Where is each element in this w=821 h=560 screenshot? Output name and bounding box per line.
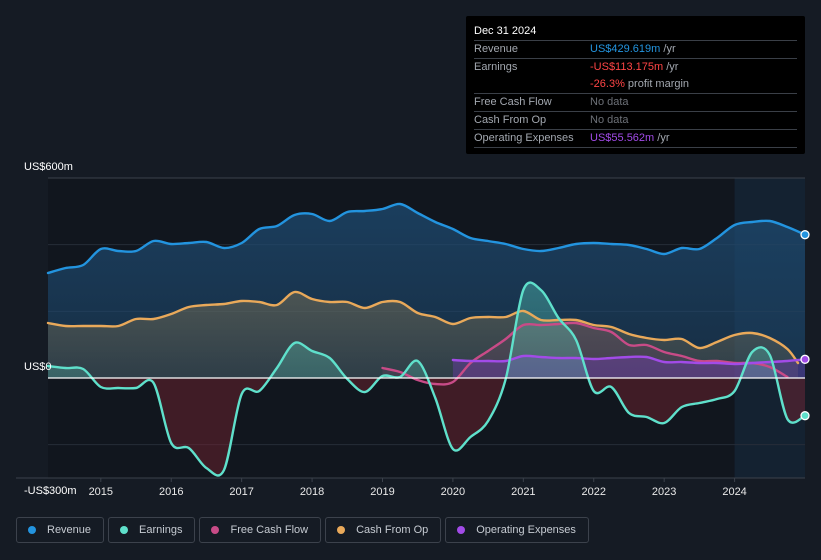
- legend-label: Free Cash Flow: [230, 524, 309, 536]
- tooltip-row-profit-margin: -26.3% profit margin: [474, 76, 797, 94]
- operating-expenses-end-marker[interactable]: [800, 354, 810, 364]
- free-cash-flow-dot-icon: [211, 526, 220, 534]
- tooltip-row-revenue: Revenue US$429.619m /yr: [474, 41, 797, 59]
- legend-item-revenue[interactable]: Revenue: [16, 517, 105, 543]
- tooltip-label: Earnings: [474, 61, 518, 73]
- tooltip-suffix: /yr: [663, 61, 679, 73]
- y-axis-label: US$0: [24, 361, 52, 373]
- y-axis-label: -US$300m: [24, 485, 77, 497]
- x-tick-label: 2015: [89, 486, 113, 498]
- operating-expenses-dot-icon: [457, 526, 466, 534]
- legend-label: Revenue: [47, 524, 92, 536]
- x-tick-label: 2019: [370, 486, 394, 498]
- tooltip-label: Operating Expenses: [474, 132, 574, 144]
- tooltip-label: Cash From Op: [474, 114, 547, 126]
- tooltip-row-cash-from-op: Cash From Op No data: [474, 112, 797, 130]
- cash-from-op-dot-icon: [337, 526, 346, 534]
- tooltip-suffix: /yr: [660, 43, 676, 55]
- x-tick-label: 2021: [511, 486, 535, 498]
- tooltip-row-operating-expenses: Operating Expenses US$55.562m /yr: [474, 130, 797, 148]
- revenue-dot-icon: [28, 526, 36, 534]
- tooltip-label: [474, 76, 590, 93]
- x-tick-label: 2017: [229, 486, 253, 498]
- tooltip-value: -26.3%: [590, 78, 625, 90]
- tooltip-row-free-cash-flow: Free Cash Flow No data: [474, 94, 797, 112]
- legend-item-free-cash-flow[interactable]: Free Cash Flow: [199, 517, 322, 543]
- legend-item-cash-from-op[interactable]: Cash From Op: [325, 517, 442, 543]
- tooltip-suffix: profit margin: [624, 78, 690, 90]
- legend-label: Cash From Op: [356, 524, 429, 536]
- x-tick-label: 2024: [722, 486, 746, 498]
- legend-label: Earnings: [139, 524, 183, 536]
- tooltip-suffix: /yr: [654, 132, 670, 144]
- tooltip-value: US$55.562m: [590, 132, 655, 144]
- tooltip-value: -US$113.175m: [590, 61, 664, 73]
- tooltip: Dec 31 2024 Revenue US$429.619m /yr Earn…: [466, 16, 805, 154]
- x-tick-label: 2016: [159, 486, 183, 498]
- tooltip-value: No data: [590, 96, 629, 108]
- legend-item-operating-expenses[interactable]: Operating Expenses: [445, 517, 589, 543]
- revenue-end-marker[interactable]: [800, 230, 810, 240]
- legend-item-earnings[interactable]: Earnings: [108, 517, 196, 543]
- tooltip-date: Dec 31 2024: [474, 24, 797, 41]
- tooltip-row-earnings: Earnings -US$113.175m /yr: [474, 59, 797, 76]
- y-axis-label: US$600m: [24, 161, 73, 173]
- tooltip-label: Revenue: [474, 43, 519, 55]
- legend-label: Operating Expenses: [476, 524, 576, 536]
- earnings-dot-icon: [120, 526, 129, 534]
- tooltip-value: US$429.619m: [590, 43, 661, 55]
- x-tick-label: 2018: [300, 486, 324, 498]
- x-tick-label: 2020: [441, 486, 465, 498]
- x-tick-label: 2022: [582, 486, 606, 498]
- earnings-end-marker[interactable]: [800, 411, 810, 421]
- tooltip-label: Free Cash Flow: [474, 96, 552, 108]
- x-tick-label: 2023: [652, 486, 676, 498]
- tooltip-value: No data: [590, 114, 629, 126]
- legend: Revenue Earnings Free Cash Flow Cash Fro…: [16, 517, 589, 543]
